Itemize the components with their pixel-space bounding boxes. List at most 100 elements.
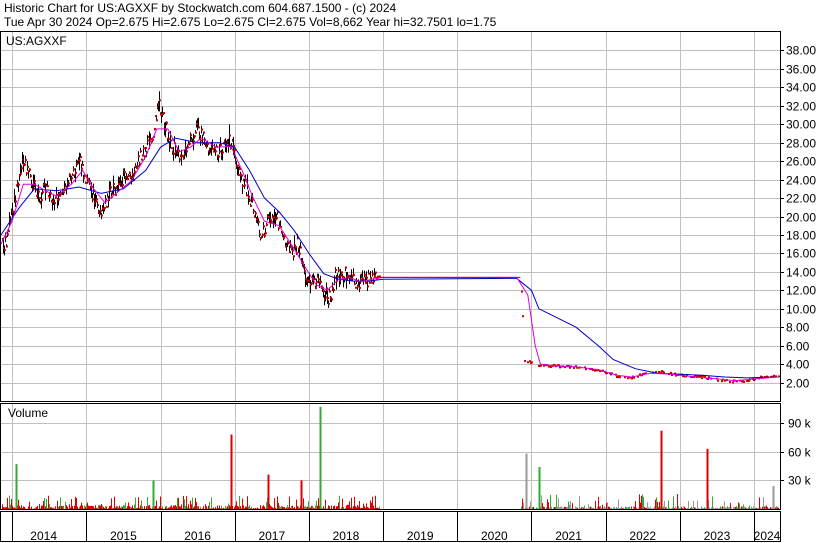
- price-close-mark: [182, 154, 184, 157]
- price-close-mark: [369, 281, 371, 284]
- price-close-mark: [34, 180, 36, 183]
- price-close-mark: [137, 165, 139, 168]
- price-ytick-label: 8.00: [786, 321, 810, 335]
- price-close-mark: [359, 286, 361, 289]
- price-ytick-label: 16.00: [786, 247, 816, 261]
- price-close-mark: [168, 138, 170, 141]
- price-close-mark: [104, 206, 106, 209]
- volume-y-axis: 30 k 60 k 90 k: [780, 417, 812, 488]
- price-close-mark: [524, 360, 526, 363]
- price-close-mark: [141, 158, 143, 161]
- price-close-mark: [318, 278, 320, 281]
- price-ytick-label: 4.00: [786, 358, 810, 372]
- price-close-mark: [154, 127, 156, 130]
- price-close-mark: [249, 199, 251, 202]
- price-close-mark: [49, 195, 51, 198]
- price-y-axis: 2.00 4.00 6.00 8.00 10.00 12.00 14.00 16.00 18.0…: [780, 44, 816, 391]
- price-ytick-label: 28.00: [786, 137, 816, 151]
- price-close-mark: [333, 289, 335, 292]
- price-close-mark: [81, 167, 83, 170]
- price-close-mark: [18, 183, 20, 186]
- price-close-mark: [326, 287, 328, 290]
- price-close-mark: [166, 121, 168, 124]
- price-close-mark: [329, 290, 331, 293]
- price-close-mark: [73, 168, 75, 171]
- price-close-mark: [95, 200, 97, 203]
- price-close-mark: [218, 155, 220, 158]
- price-close-mark: [80, 156, 82, 159]
- price-close-mark: [262, 233, 264, 236]
- price-close-mark: [370, 277, 372, 280]
- price-close-mark: [138, 155, 140, 158]
- price-close-mark: [200, 139, 202, 142]
- price-close-mark: [101, 214, 103, 217]
- price-close-mark: [15, 200, 17, 203]
- x-tick-label: 2015: [110, 529, 137, 543]
- price-close-mark: [253, 210, 255, 213]
- price-close-mark: [195, 131, 197, 134]
- price-close-mark: [353, 274, 355, 277]
- price-close-mark: [8, 230, 10, 233]
- price-close-mark: [331, 298, 333, 301]
- price-close-mark: [355, 286, 357, 289]
- price-close-mark: [732, 381, 734, 384]
- price-close-mark: [100, 209, 102, 212]
- price-close-mark: [241, 174, 243, 177]
- price-close-mark: [292, 249, 294, 252]
- x-tick-label: 2017: [258, 529, 285, 543]
- x-tick-label: 2018: [333, 529, 360, 543]
- price-close-mark: [20, 172, 22, 175]
- price-close-mark: [156, 119, 158, 122]
- price-ytick-label: 20.00: [786, 211, 816, 225]
- price-close-mark: [186, 150, 188, 153]
- price-close-mark: [42, 191, 44, 194]
- price-close-mark: [55, 196, 57, 199]
- price-close-mark: [97, 204, 99, 207]
- price-close-mark: [215, 150, 217, 153]
- price-ytick-label: 38.00: [786, 44, 816, 58]
- price-close-mark: [63, 191, 65, 194]
- price-close-mark: [222, 151, 224, 154]
- price-close-mark: [345, 266, 347, 269]
- price-close-mark: [113, 182, 115, 185]
- price-close-mark: [265, 232, 267, 235]
- price-close-mark: [165, 129, 167, 132]
- price-close-mark: [82, 163, 84, 166]
- price-close-mark: [360, 278, 362, 281]
- price-close-mark: [155, 114, 157, 117]
- price-close-mark: [368, 272, 370, 275]
- price-close-mark: [266, 223, 268, 226]
- volume-ytick-label: 90 k: [788, 417, 812, 431]
- price-close-mark: [129, 171, 131, 174]
- price-close-mark: [264, 234, 266, 237]
- price-close-mark: [242, 185, 244, 188]
- price-close-mark: [203, 131, 205, 134]
- price-close-mark: [147, 139, 149, 142]
- price-close-mark: [72, 174, 74, 177]
- price-close-mark: [314, 278, 316, 281]
- price-close-mark: [300, 246, 302, 249]
- volume-panel: 30 k 60 k 90 k Volume: [0, 403, 812, 510]
- price-close-mark: [364, 273, 366, 276]
- price-close-mark: [327, 297, 329, 300]
- price-close-mark: [366, 276, 368, 279]
- price-close-mark: [271, 220, 273, 223]
- price-close-mark: [83, 177, 85, 180]
- price-ytick-label: 26.00: [786, 155, 816, 169]
- price-ytick-label: 6.00: [786, 340, 810, 354]
- price-close-mark: [122, 183, 124, 186]
- price-ytick-label: 32.00: [786, 100, 816, 114]
- price-close-mark: [283, 237, 285, 240]
- price-close-mark: [290, 245, 292, 248]
- price-close-mark: [743, 380, 745, 383]
- price-close-mark: [367, 285, 369, 288]
- price-close-mark: [118, 183, 120, 186]
- price-close-mark: [325, 296, 327, 299]
- price-close-mark: [109, 188, 111, 191]
- price-close-mark: [259, 233, 261, 236]
- price-close-mark: [96, 198, 98, 201]
- price-ytick-label: 14.00: [786, 266, 816, 280]
- price-close-mark: [68, 182, 70, 185]
- price-close-mark: [276, 217, 278, 220]
- price-close-mark: [194, 135, 196, 138]
